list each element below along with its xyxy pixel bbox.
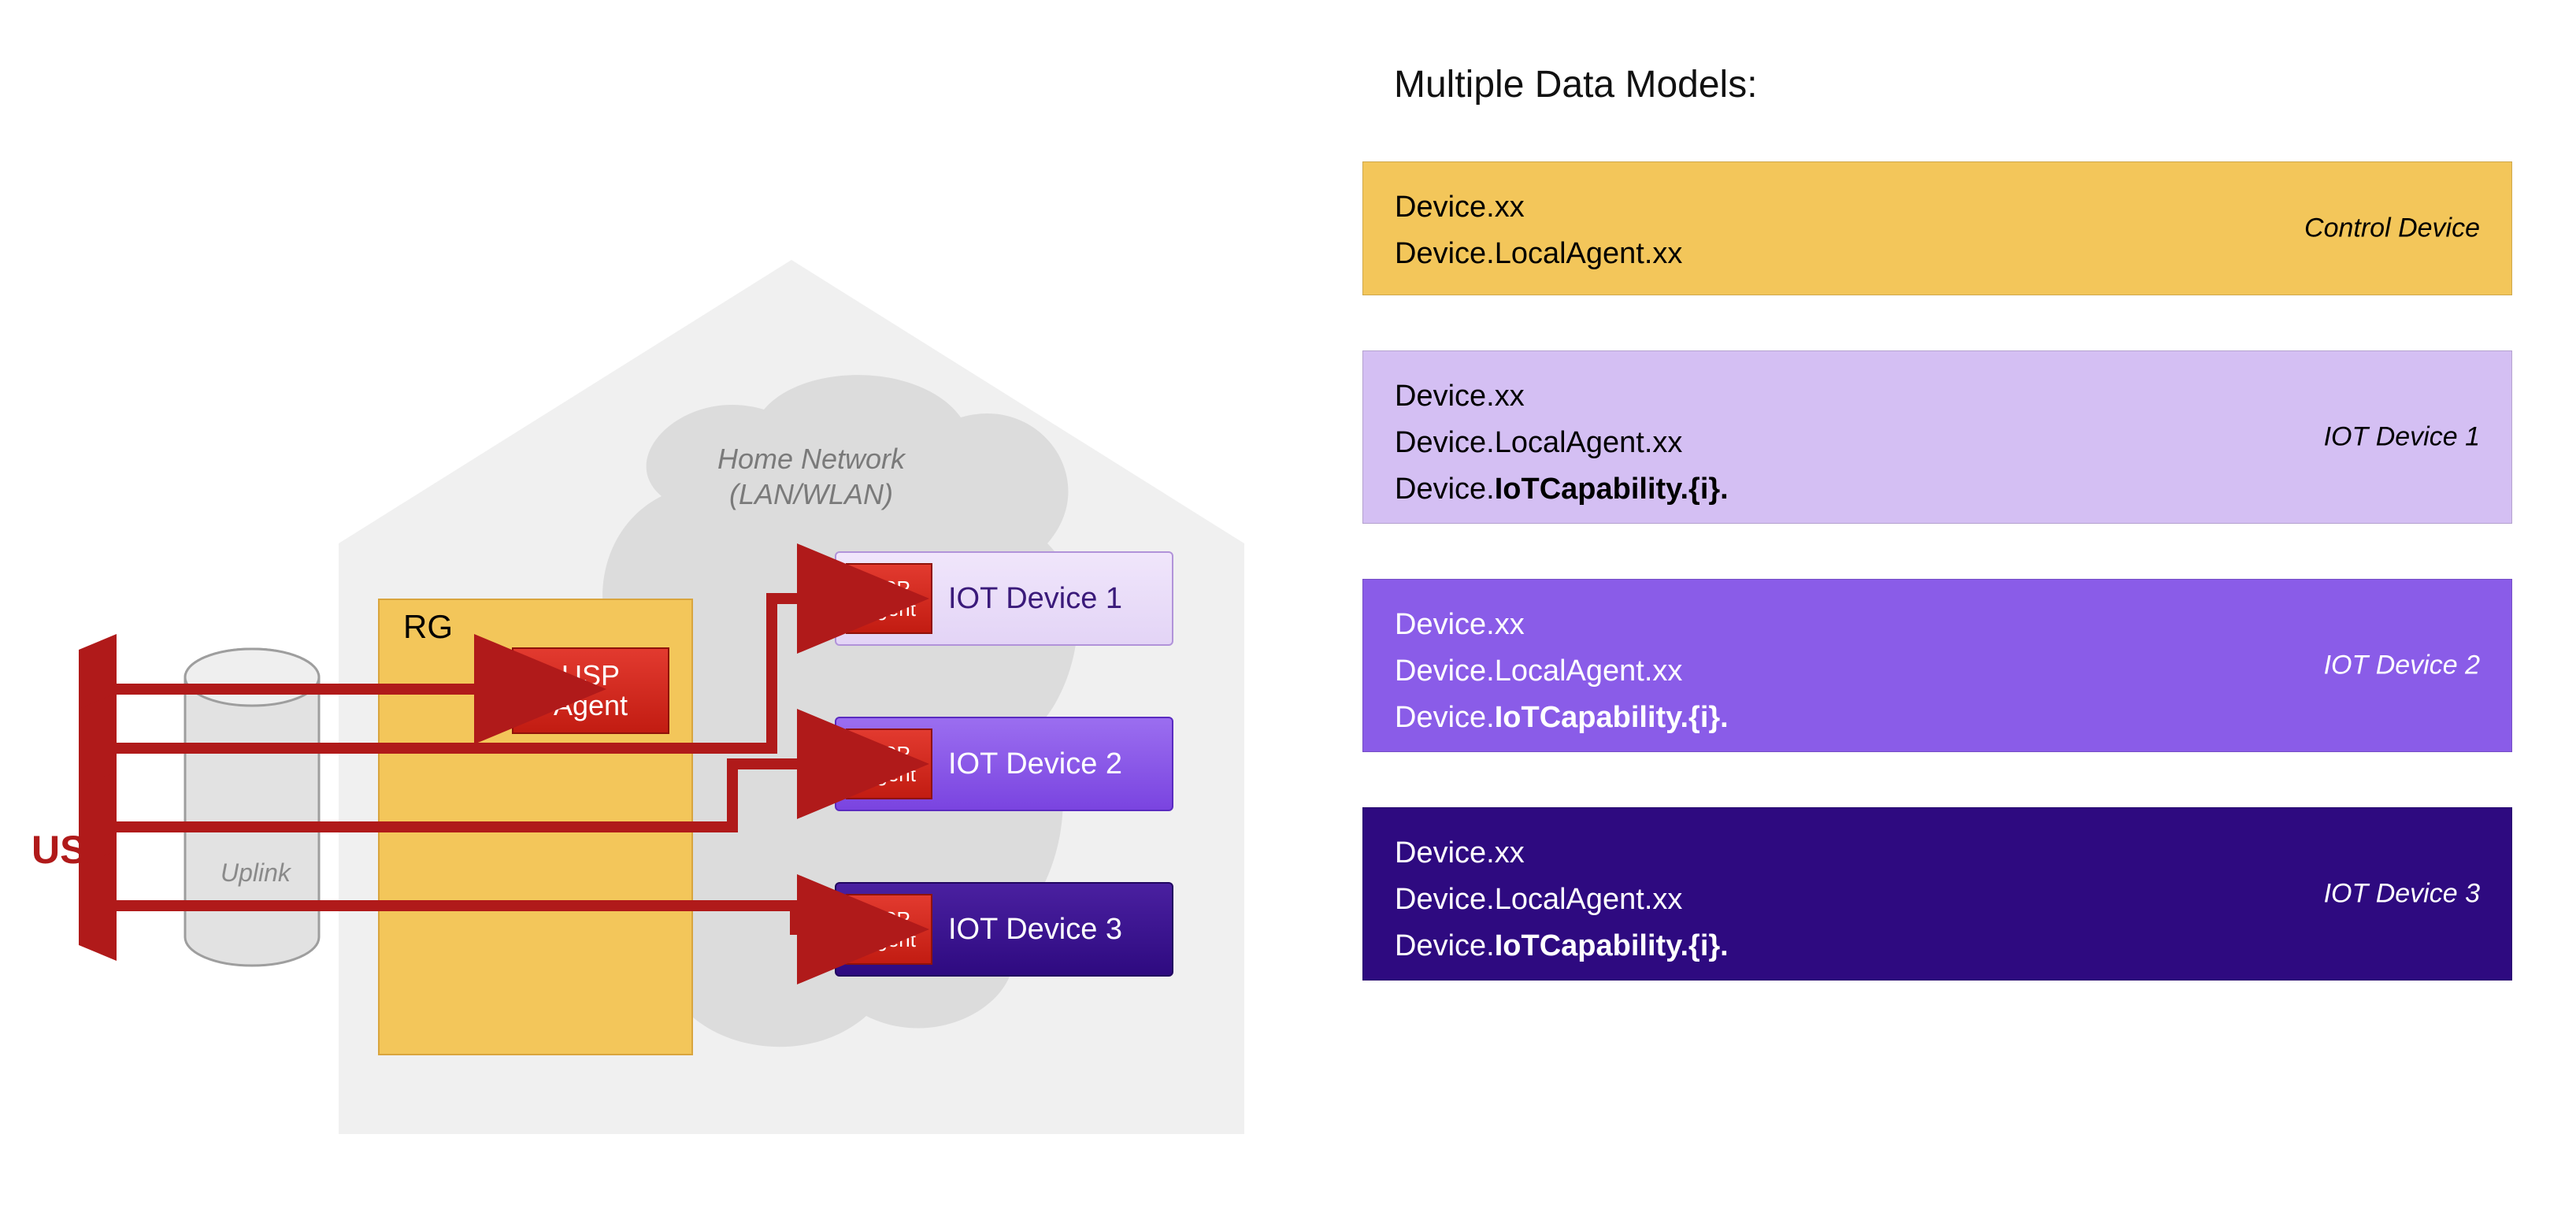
dm-prefix: Device.	[1395, 473, 1495, 506]
uplink-label: Uplink	[221, 858, 291, 888]
rg-label: RG	[403, 608, 453, 646]
dm-prefix: Device.LocalAgent.xx	[1395, 426, 1682, 459]
dm-bold: IoTCapability.{i}.	[1495, 929, 1729, 962]
right-title: Multiple Data Models:	[1394, 63, 2512, 106]
data-model-line: Device.xx	[1395, 602, 2480, 648]
data-model-line: Device.IoTCapability.{i}.	[1395, 923, 2480, 969]
dm-prefix: Device.LocalAgent.xx	[1395, 883, 1682, 916]
iot3-label: IOT Device 3	[948, 913, 1122, 947]
data-model-line: Device.LocalAgent.xx	[1395, 420, 2480, 466]
dm-prefix: Device.LocalAgent.xx	[1395, 237, 1682, 270]
iot2-usp-agent: USP Agent	[846, 728, 932, 799]
rg-usp-agent-line2: Agent	[554, 691, 628, 721]
data-model-line: Device.xx	[1395, 373, 2480, 420]
data-model-line: Device.IoTCapability.{i}.	[1395, 695, 2480, 741]
home-network-label: Home Network (LAN/WLAN)	[646, 441, 977, 512]
iot3-usp-agent: USP Agent	[846, 894, 932, 965]
data-model-box-1: Device.xx Device.LocalAgent.xx Device.IoTC…	[1362, 350, 2512, 524]
data-model-tag: IOT Device 3	[2324, 879, 2480, 910]
data-model-tag: Control Device	[2304, 213, 2480, 244]
data-model-line: Device.LocalAgent.xx	[1395, 877, 2480, 923]
dm-prefix: Device.xx	[1395, 380, 1525, 413]
dm-prefix: Device.LocalAgent.xx	[1395, 654, 1682, 688]
dm-prefix: Device.xx	[1395, 191, 1525, 224]
right-data-model-panel: Multiple Data Models: Device.xx Device.Lo…	[1362, 63, 2512, 1036]
left-diagram: Home Network (LAN/WLAN) RG USP Agent Upl…	[79, 260, 1244, 1142]
iot-device-3-box: USP Agent IOT Device 3	[835, 882, 1173, 977]
rg-box: RG USP Agent	[378, 599, 693, 1055]
cloud-label-line2: (LAN/WLAN)	[729, 478, 893, 510]
dm-prefix: Device.	[1395, 929, 1495, 962]
dm-bold: IoTCapability.{i}.	[1495, 701, 1729, 734]
data-model-line: Device.xx	[1395, 830, 2480, 877]
data-model-line: Device.IoTCapability.{i}.	[1395, 466, 2480, 513]
dm-prefix: Device.xx	[1395, 836, 1525, 869]
data-model-boxes-container: Device.xx Device.LocalAgent.xx Control Dev…	[1362, 161, 2512, 981]
data-model-line: Device.LocalAgent.xx	[1395, 648, 2480, 695]
cloud-label-line1: Home Network	[717, 443, 905, 475]
data-model-tag: IOT Device 1	[2324, 422, 2480, 453]
iot1-usp-agent: USP Agent	[846, 563, 932, 634]
dm-prefix: Device.	[1395, 701, 1495, 734]
diagram-stage: Home Network (LAN/WLAN) RG USP Agent Upl…	[0, 0, 2576, 1216]
uplink-cylinder	[181, 646, 323, 969]
dm-prefix: Device.xx	[1395, 608, 1525, 641]
rg-usp-agent-line1: USP	[562, 661, 620, 691]
data-model-box-0: Device.xx Device.LocalAgent.xx Control Dev…	[1362, 161, 2512, 295]
iot-device-1-box: USP Agent IOT Device 1	[835, 551, 1173, 646]
iot-device-2-box: USP Agent IOT Device 2	[835, 717, 1173, 811]
data-model-box-3: Device.xx Device.LocalAgent.xx Device.IoTC…	[1362, 807, 2512, 981]
dm-bold: IoTCapability.{i}.	[1495, 473, 1729, 506]
data-model-box-2: Device.xx Device.LocalAgent.xx Device.IoTC…	[1362, 579, 2512, 752]
iot1-label: IOT Device 1	[948, 582, 1122, 616]
data-model-tag: IOT Device 2	[2324, 651, 2480, 681]
usp-label: USP	[32, 827, 113, 873]
iot2-label: IOT Device 2	[948, 747, 1122, 781]
rg-usp-agent-box: USP Agent	[512, 647, 669, 734]
